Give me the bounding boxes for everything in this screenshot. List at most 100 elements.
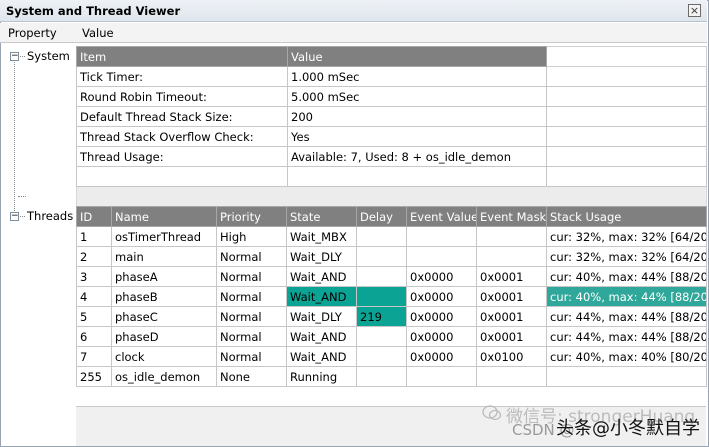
event-value-cell: 0x0000 (406, 306, 477, 327)
state-cell: Wait_AND (286, 266, 357, 287)
stack-usage-cell (546, 366, 707, 387)
name-column-header[interactable]: Name (111, 206, 217, 227)
collapse-system-icon[interactable]: − (10, 52, 19, 61)
event-value-cell (406, 226, 477, 247)
event-value-cell: 0x0000 (406, 266, 477, 287)
delay-cell (356, 226, 407, 247)
threads-table: ID Name Priority State Delay Event Value… (76, 206, 707, 387)
event-value-cell (406, 366, 477, 387)
wechat-icon (482, 405, 502, 421)
priority-cell: Normal (216, 286, 287, 307)
delay-cell (356, 266, 407, 287)
name-cell: phaseD (111, 326, 217, 347)
item-cell: Default Thread Stack Size: (76, 106, 288, 127)
event-mask-cell (476, 366, 547, 387)
delay-cell (356, 246, 407, 267)
table-row[interactable]: Round Robin Timeout: 5.000 mSec (76, 86, 707, 107)
event-value-cell (406, 246, 477, 267)
event-mask-cell (476, 246, 547, 267)
window-title: System and Thread Viewer (6, 4, 181, 18)
empty-cell (546, 146, 707, 167)
event-mask-cell: 0x0001 (476, 266, 547, 287)
id-cell: 255 (76, 366, 112, 387)
table-row[interactable]: 255 os_idle_demon None Running (76, 366, 707, 387)
event-mask-column-header[interactable]: Event Mask (476, 206, 547, 227)
item-cell: Thread Usage: (76, 146, 288, 167)
priority-cell: High (216, 226, 287, 247)
tree-node-threads[interactable]: Threads (27, 209, 73, 223)
id-cell: 2 (76, 246, 112, 267)
priority-cell: Normal (216, 266, 287, 287)
tree-node-system[interactable]: System (27, 49, 70, 63)
separator-row (76, 186, 707, 207)
stack-usage-cell-highlighted: cur: 40%, max: 44% [88/200] (546, 286, 707, 307)
table-row[interactable]: 4 phaseB Normal Wait_AND 0x0000 0x0001 c… (76, 286, 707, 307)
tree-branch-system-end (18, 196, 26, 197)
table-row[interactable]: Tick Timer: 1.000 mSec (76, 66, 707, 87)
table-row[interactable]: Default Thread Stack Size: 200 (76, 106, 707, 127)
state-column-header[interactable]: State (286, 206, 357, 227)
name-cell: phaseA (111, 266, 217, 287)
table-row (76, 166, 707, 187)
empty-cell (546, 126, 707, 147)
table-row[interactable]: Thread Stack Overflow Check: Yes (76, 126, 707, 147)
threads-header-row: ID Name Priority State Delay Event Value… (76, 206, 707, 227)
table-row[interactable]: 1 osTimerThread High Wait_MBX cur: 32%, … (76, 226, 707, 247)
state-cell: Running (286, 366, 357, 387)
stack-usage-cell: cur: 44%, max: 44% [88/200] (546, 326, 707, 347)
value-cell: Available: 7, Used: 8 + os_idle_demon (287, 146, 547, 167)
table-row[interactable]: 7 clock Normal Wait_AND 0x0000 0x0100 cu… (76, 346, 707, 367)
empty-cell (546, 86, 707, 107)
event-value-cell: 0x0000 (406, 286, 477, 307)
stack-usage-cell: cur: 40%, max: 40% [80/200] (546, 346, 707, 367)
value-cell: 5.000 mSec (287, 86, 547, 107)
state-cell: Wait_AND (286, 326, 357, 347)
property-header[interactable]: Property (8, 26, 57, 40)
delay-cell (356, 366, 407, 387)
event-mask-cell (476, 226, 547, 247)
event-mask-cell: 0x0001 (476, 286, 547, 307)
empty-cell (546, 66, 707, 87)
value-cell: 1.000 mSec (287, 66, 547, 87)
id-cell: 3 (76, 266, 112, 287)
delay-cell (356, 326, 407, 347)
table-row[interactable]: 2 main Normal Wait_DLY cur: 32%, max: 32… (76, 246, 707, 267)
state-cell: Wait_MBX (286, 226, 357, 247)
event-value-column-header[interactable]: Event Value (406, 206, 477, 227)
delay-column-header[interactable]: Delay (356, 206, 407, 227)
table-row[interactable]: Thread Usage: Available: 7, Used: 8 + os… (76, 146, 707, 167)
state-cell: Wait_DLY (286, 246, 357, 267)
table-row[interactable]: 6 phaseD Normal Wait_AND 0x0000 0x0001 c… (76, 326, 707, 347)
tree-connector-line (14, 62, 15, 217)
system-header-row: Item Value (76, 46, 707, 67)
value-column-header[interactable]: Value (287, 46, 547, 67)
priority-column-header[interactable]: Priority (216, 206, 287, 227)
value-cell: Yes (287, 126, 547, 147)
table-row[interactable]: 5 phaseC Normal Wait_DLY 219 0x0000 0x00… (76, 306, 707, 327)
item-cell: Tick Timer: (76, 66, 288, 87)
column-header-row: Property Value (0, 23, 707, 43)
item-column-header[interactable]: Item (76, 46, 288, 67)
value-header[interactable]: Value (82, 26, 114, 40)
id-cell: 7 (76, 346, 112, 367)
stack-usage-cell: cur: 32%, max: 32% [64/200] (546, 246, 707, 267)
collapse-threads-icon[interactable]: − (10, 212, 19, 221)
name-cell: phaseC (111, 306, 217, 327)
empty-cell (546, 166, 707, 187)
empty-cell (546, 106, 707, 127)
name-cell: phaseB (111, 286, 217, 307)
event-value-cell: 0x0000 (406, 346, 477, 367)
id-cell: 1 (76, 226, 112, 247)
close-icon[interactable]: × (688, 4, 701, 17)
stack-usage-cell: cur: 32%, max: 32% [64/200] (546, 226, 707, 247)
name-cell: os_idle_demon (111, 366, 217, 387)
id-column-header[interactable]: ID (76, 206, 112, 227)
table-row[interactable]: 3 phaseA Normal Wait_AND 0x0000 0x0001 c… (76, 266, 707, 287)
id-cell: 5 (76, 306, 112, 327)
stack-usage-cell: cur: 40%, max: 44% [88/200] (546, 266, 707, 287)
event-mask-cell: 0x0100 (476, 346, 547, 367)
stack-usage-column-header[interactable]: Stack Usage (546, 206, 707, 227)
item-cell: Round Robin Timeout: (76, 86, 288, 107)
empty-header-cell (546, 46, 707, 67)
priority-cell: None (216, 366, 287, 387)
